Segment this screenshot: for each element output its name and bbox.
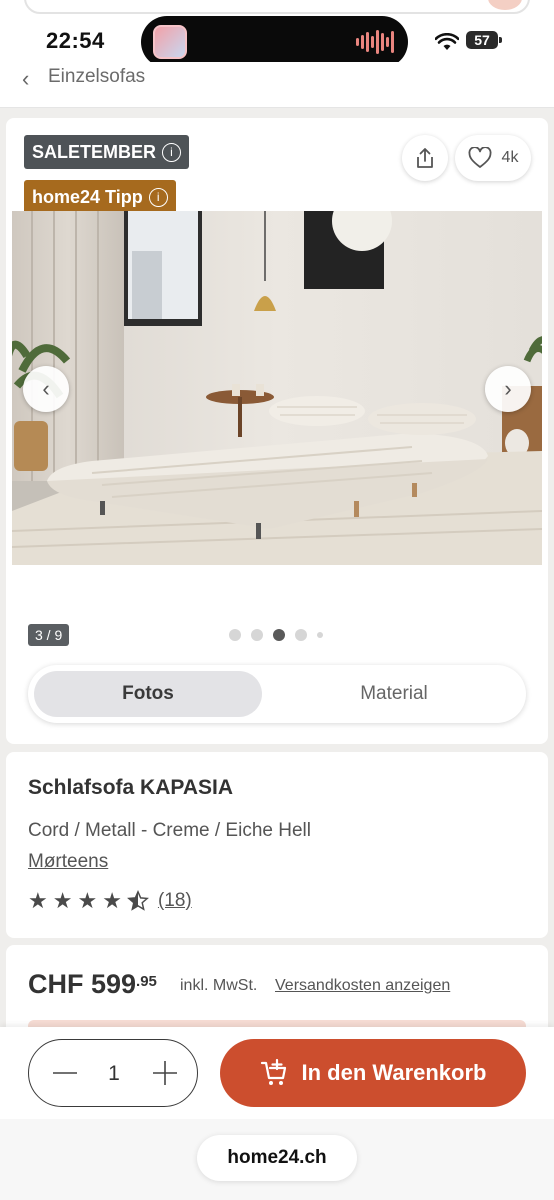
heart-icon [468, 147, 491, 168]
audio-wave-icon [356, 29, 394, 55]
next-image-button[interactable]: › [485, 366, 531, 412]
star-full-icon: ★ [102, 888, 122, 913]
pagination-dot[interactable] [251, 629, 263, 641]
increase-quantity-button[interactable] [143, 1051, 187, 1095]
info-icon[interactable]: i [162, 142, 182, 162]
breadcrumb-label[interactable]: Einzelsofas [48, 66, 145, 88]
rating[interactable]: ★ ★ ★ ★ (18) [28, 890, 192, 912]
tab-material[interactable]: Material [278, 671, 510, 717]
chevron-right-icon: › [504, 376, 512, 401]
star-full-icon: ★ [77, 888, 98, 913]
sale-badge[interactable]: SALETEMBER i [24, 135, 190, 169]
favorite-count: 4k [501, 149, 519, 166]
image-counter: 3 / 9 [28, 624, 70, 646]
share-button[interactable] [402, 135, 448, 181]
favorite-button[interactable]: 4k [455, 135, 531, 181]
pagination-dot-active[interactable] [273, 629, 285, 641]
product-variant: Cord / Metall - Creme / Eiche Hell [28, 820, 311, 841]
add-to-cart-button[interactable]: In den Warenkorb [220, 1039, 526, 1107]
sofa-bed-photo [12, 211, 542, 565]
price-cents: .95 [136, 973, 157, 990]
wifi-icon [435, 33, 459, 50]
status-bar: 22:54 57 [0, 0, 554, 68]
star-full-icon: ★ [52, 888, 73, 913]
dynamic-island [141, 16, 408, 68]
rating-count[interactable]: (18) [158, 890, 192, 912]
avatar[interactable] [488, 0, 522, 10]
info-icon[interactable]: i [148, 187, 168, 207]
tipp-badge-label: home24 Tipp [32, 186, 143, 207]
star-full-icon: ★ [28, 888, 48, 913]
product-gallery-card: SALETEMBER i home24 Tipp i 4k ‹ › 3 / 9 … [6, 118, 548, 744]
top-search-bar-remnant[interactable] [24, 0, 530, 14]
tab-fotos[interactable]: Fotos [34, 671, 262, 717]
pagination-dot[interactable] [295, 629, 307, 641]
star-half-icon [126, 890, 149, 911]
minus-icon [53, 1072, 77, 1074]
price-amount: CHF 599 [28, 969, 137, 999]
cart-add-icon [260, 1059, 286, 1085]
url-bar[interactable]: home24.ch [197, 1135, 357, 1181]
battery-tip [499, 37, 502, 43]
chevron-left-icon: ‹ [42, 376, 50, 401]
media-tabs: Fotos Material [28, 665, 526, 723]
sticky-cart-bar: 1 In den Warenkorb [0, 1027, 554, 1119]
product-image[interactable] [12, 211, 542, 565]
decrease-quantity-button[interactable] [43, 1051, 87, 1095]
gallery-pagination[interactable] [229, 629, 323, 641]
price: CHF 599.95 [28, 969, 157, 1000]
chevron-left-icon[interactable]: ‹ [22, 66, 29, 92]
quantity-value[interactable]: 1 [99, 1062, 129, 1086]
plus-icon [153, 1061, 177, 1085]
pagination-dot[interactable] [317, 632, 323, 638]
battery-indicator: 57 [466, 31, 498, 49]
clock: 22:54 [46, 28, 105, 53]
shipping-costs-link[interactable]: Versandkosten anzeigen [275, 977, 450, 995]
previous-image-button[interactable]: ‹ [23, 366, 69, 412]
quantity-stepper: 1 [28, 1039, 198, 1107]
vat-note: inkl. MwSt. [180, 977, 258, 994]
browser-toolbar: home24.ch [0, 1119, 554, 1200]
product-info-card: Schlafsofa KAPASIA Cord / Metall - Creme… [6, 752, 548, 938]
brand-link[interactable]: Mørteens [28, 851, 108, 873]
share-icon [417, 148, 433, 168]
product-title: Schlafsofa KAPASIA [28, 776, 233, 799]
pagination-dot[interactable] [229, 629, 241, 641]
add-to-cart-label: In den Warenkorb [301, 1060, 487, 1085]
tipp-badge[interactable]: home24 Tipp i [24, 180, 176, 214]
now-playing-thumbnail [153, 25, 187, 59]
sale-badge-label: SALETEMBER [32, 141, 157, 162]
breadcrumb[interactable]: ‹ Einzelsofas [0, 62, 554, 108]
